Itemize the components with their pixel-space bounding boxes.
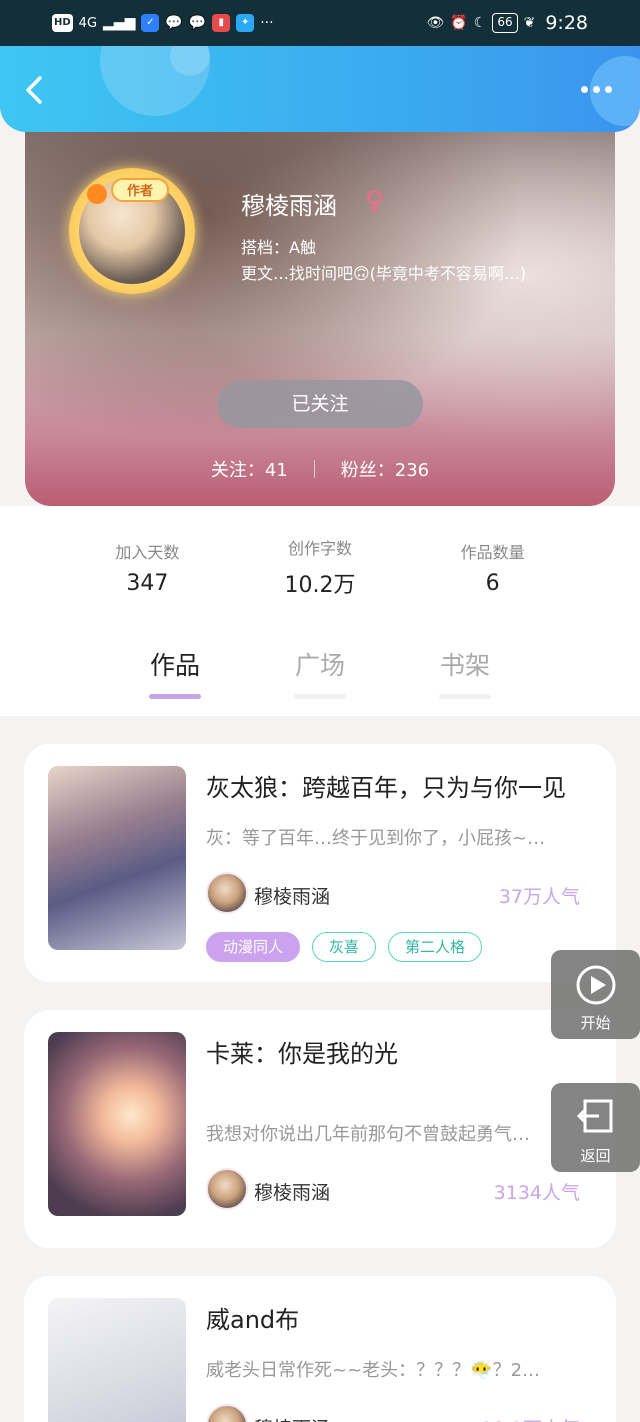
wechat-icon-2: 💬 bbox=[188, 15, 207, 31]
stat-value: 10.2万 bbox=[284, 573, 356, 598]
work-cover[interactable] bbox=[48, 1032, 186, 1216]
hd-indicator: HD bbox=[52, 14, 73, 32]
wechat-icon: 💬 bbox=[165, 15, 183, 31]
work-card[interactable]: 威and布 威老头日常作死~~老头：？？？😶‍🌫️？2… 穆棱雨涵 10.1万人… bbox=[24, 1276, 616, 1422]
stat-value: 6 bbox=[485, 570, 500, 596]
work-author: 穆棱雨涵 bbox=[254, 1414, 330, 1422]
chevron-left-icon bbox=[26, 76, 42, 104]
start-button[interactable]: 开始 bbox=[551, 950, 640, 1039]
tab-square[interactable]: 广场 bbox=[270, 646, 370, 699]
tab-label: 书架 bbox=[439, 651, 490, 680]
leaf-icon: ❦ bbox=[523, 15, 536, 31]
tag[interactable]: 第二人格 bbox=[388, 932, 483, 962]
book-app-icon: ▮ bbox=[212, 14, 231, 32]
exit-icon bbox=[576, 1099, 613, 1133]
tab-label: 作品 bbox=[149, 651, 200, 680]
work-popularity: 3134人气 bbox=[493, 1182, 580, 1204]
alarm-icon: ⏰ bbox=[450, 15, 468, 31]
stat-word-count: 创作字数 10.2万 bbox=[240, 535, 400, 599]
work-description: 灰：等了百年…终于见到你了，小屁孩~… bbox=[206, 828, 546, 849]
tab-bookshelf[interactable]: 书架 bbox=[415, 646, 515, 699]
work-popularity: 10.1万人气 bbox=[481, 1414, 580, 1422]
following-count[interactable]: 关注：41 bbox=[211, 456, 288, 482]
signal-icon: ▂▄▆ bbox=[103, 15, 136, 31]
stats-card: 加入天数 347 创作字数 10.2万 作品数量 6 bbox=[51, 506, 589, 628]
profile-card: 作者 穆棱雨涵 ♀ 搭档：A触 更文…找时间吧🙃(毕竟中考不容易啊…) 已关注 … bbox=[25, 120, 615, 506]
network-indicator: 4G bbox=[78, 15, 98, 31]
tab-indicator bbox=[149, 694, 201, 699]
tab-indicator bbox=[294, 694, 346, 699]
tag[interactable]: 动漫同人 bbox=[206, 932, 301, 962]
stat-value: 347 bbox=[126, 570, 169, 596]
follow-button[interactable]: 已关注 bbox=[217, 380, 423, 428]
follow-stats: 关注：41 粉丝：236 bbox=[25, 456, 615, 482]
author-avatar bbox=[206, 1168, 248, 1210]
status-bar: HD 4G ▂▄▆ ✓ 💬 💬 ▮ ✦ ··· 👁 ⏰ ☾ 66 ❦ 9:28 bbox=[0, 0, 640, 46]
work-card[interactable]: 灰太狼：跨越百年，只为与你一见 灰：等了百年…终于见到你了，小屁孩~… 穆棱雨涵… bbox=[24, 744, 616, 982]
return-button[interactable]: 返回 bbox=[551, 1083, 640, 1172]
female-icon: ♀ bbox=[365, 186, 385, 216]
stat-label: 创作字数 bbox=[287, 539, 352, 558]
more-dots-icon bbox=[581, 86, 588, 93]
battery-indicator: 66 bbox=[492, 13, 518, 33]
moon-icon: ☾ bbox=[473, 15, 487, 31]
work-cover[interactable] bbox=[48, 766, 186, 950]
work-title[interactable]: 威and布 bbox=[206, 1300, 299, 1335]
fans-count[interactable]: 粉丝：236 bbox=[341, 456, 429, 482]
tab-works[interactable]: 作品 bbox=[125, 646, 225, 699]
tab-bar: 作品 广场 书架 bbox=[0, 646, 640, 706]
author-avatar bbox=[206, 1404, 248, 1422]
profile-name: 穆棱雨涵 bbox=[241, 192, 337, 220]
back-button[interactable] bbox=[20, 74, 52, 106]
work-title[interactable]: 灰太狼：跨越百年，只为与你一见 bbox=[206, 768, 566, 803]
play-icon bbox=[576, 965, 616, 1005]
work-popularity: 37万人气 bbox=[498, 886, 580, 908]
work-tags: 动漫同人 灰喜 第二人格 bbox=[206, 932, 483, 962]
stat-work-count: 作品数量 6 bbox=[413, 539, 573, 596]
more-button[interactable] bbox=[581, 86, 612, 93]
top-app-bar bbox=[0, 46, 640, 132]
work-author: 穆棱雨涵 bbox=[254, 886, 331, 908]
work-card[interactable]: 卡莱：你是我的光 我想对你说出几年前那句不曾鼓起勇气… 穆棱雨涵 3134人气 bbox=[24, 1010, 616, 1248]
work-description: 威老头日常作死~~老头：？？？😶‍🌫️？2… bbox=[206, 1360, 541, 1381]
author-avatar bbox=[206, 872, 248, 914]
clock: 9:28 bbox=[545, 12, 588, 34]
more-notifications-icon: ··· bbox=[260, 15, 274, 31]
author-badge: 作者 bbox=[111, 178, 169, 202]
stat-join-days: 加入天数 347 bbox=[67, 539, 227, 596]
work-author: 穆棱雨涵 bbox=[254, 1182, 331, 1204]
work-title[interactable]: 卡莱：你是我的光 bbox=[206, 1034, 398, 1069]
divider bbox=[313, 460, 315, 478]
work-description: 我想对你说出几年前那句不曾鼓起勇气… bbox=[206, 1124, 530, 1145]
start-label: 开始 bbox=[580, 1014, 611, 1032]
shield-app-icon: ✓ bbox=[141, 14, 160, 32]
partner-line: 搭档：A触 bbox=[241, 238, 316, 257]
return-label: 返回 bbox=[580, 1147, 611, 1165]
stat-label: 作品数量 bbox=[460, 542, 525, 562]
work-cover[interactable] bbox=[48, 1298, 186, 1422]
tab-indicator bbox=[439, 694, 491, 699]
profile-bio: 更文…找时间吧🙃(毕竟中考不容易啊…) bbox=[241, 264, 527, 283]
eye-icon: 👁 bbox=[426, 15, 445, 31]
tab-label: 广场 bbox=[294, 651, 345, 680]
author-badge-ornament bbox=[87, 184, 107, 204]
stat-label: 加入天数 bbox=[115, 542, 180, 562]
app-icon: ✦ bbox=[236, 14, 255, 32]
tag[interactable]: 灰喜 bbox=[312, 932, 377, 962]
